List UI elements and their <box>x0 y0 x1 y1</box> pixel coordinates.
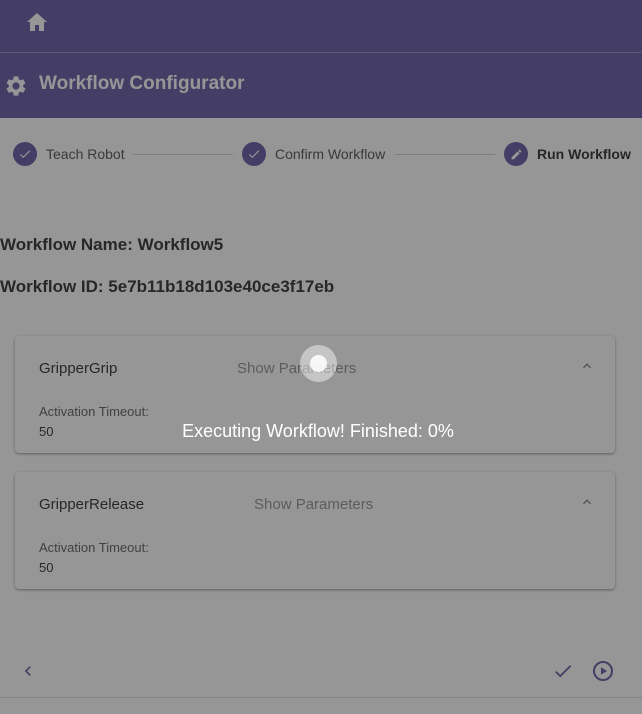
spinner-core <box>310 355 327 372</box>
execution-status-message: Executing Workflow! Finished: 0% <box>182 421 454 441</box>
spinner-icon <box>300 345 337 382</box>
loading-overlay: Executing Workflow! Finished: 0% <box>0 0 642 714</box>
